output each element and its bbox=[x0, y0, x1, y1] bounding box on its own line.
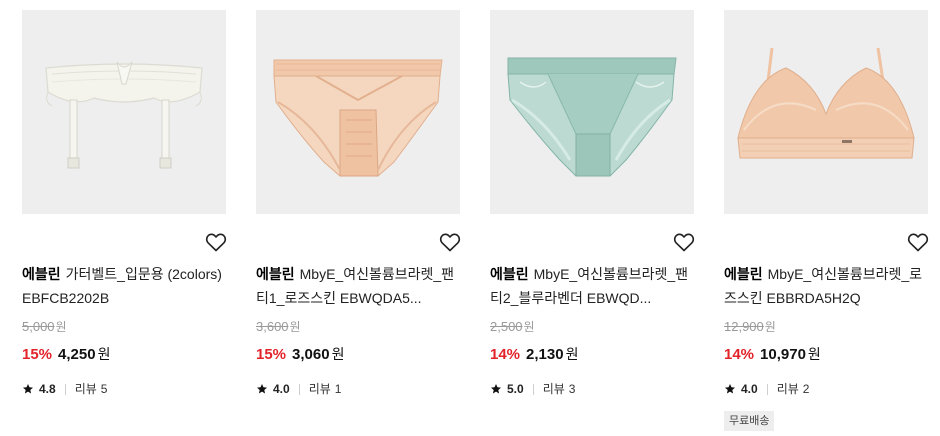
currency-label: 원 bbox=[807, 346, 821, 362]
wishlist-heart-icon[interactable] bbox=[204, 230, 228, 254]
product-thumbnail[interactable] bbox=[256, 10, 460, 214]
panty-bluelavender-image bbox=[490, 10, 694, 214]
product-title[interactable]: 에블린 MbyE_여신볼륨브라렛_로즈스킨 EBBRDA5H2Q bbox=[724, 262, 928, 310]
sale-price: 10,970 bbox=[760, 346, 806, 363]
discount-rate: 15% bbox=[256, 346, 287, 363]
product-thumbnail[interactable] bbox=[22, 10, 226, 214]
original-price-value: 2,500 bbox=[490, 319, 523, 334]
brand-name: 에블린 bbox=[256, 266, 295, 282]
review-count: 5 bbox=[100, 382, 108, 396]
divider bbox=[766, 383, 768, 395]
sale-price: 4,250 bbox=[58, 346, 96, 363]
free-shipping-badge: 무료배송 bbox=[724, 411, 775, 431]
product-thumbnail[interactable] bbox=[724, 10, 928, 214]
review-count: 2 bbox=[802, 382, 810, 396]
product-title[interactable]: 에블린 가터벨트_입문용 (2colors) EBFCB2202B bbox=[22, 262, 226, 310]
rating-value: 4.0 bbox=[741, 382, 758, 396]
rating-value: 4.8 bbox=[39, 382, 56, 396]
brand-name: 에블린 bbox=[724, 266, 763, 282]
brand-name: 에블린 bbox=[490, 266, 529, 282]
wishlist-heart-icon[interactable] bbox=[906, 230, 930, 254]
review-count: 3 bbox=[568, 382, 576, 396]
panty-roseskin-image bbox=[256, 10, 460, 214]
original-price: 5,000원 bbox=[22, 318, 67, 335]
currency-label: 원 bbox=[523, 320, 535, 334]
star-icon bbox=[23, 384, 33, 394]
original-price: 2,500원 bbox=[490, 318, 535, 335]
review-label: 리뷰 bbox=[74, 382, 97, 396]
rating-value: 4.0 bbox=[273, 382, 290, 396]
sale-price-row: 15% 3,060 원 bbox=[256, 344, 344, 365]
currency-label: 원 bbox=[97, 346, 111, 362]
product-meta: 5.0 리뷰 3 bbox=[490, 380, 575, 398]
original-price-value: 3,600 bbox=[256, 319, 289, 334]
garter-belt-image bbox=[22, 10, 226, 214]
original-price: 12,900원 bbox=[724, 318, 776, 335]
currency-label: 원 bbox=[55, 320, 67, 334]
sale-price-row: 15% 4,250 원 bbox=[22, 344, 110, 365]
original-price: 3,600원 bbox=[256, 318, 301, 335]
discount-rate: 14% bbox=[724, 346, 755, 363]
product-thumbnail[interactable] bbox=[490, 10, 694, 214]
discount-rate: 15% bbox=[22, 346, 53, 363]
sale-price-row: 14% 10,970 원 bbox=[724, 344, 821, 365]
brand-name: 에블린 bbox=[22, 266, 61, 282]
divider bbox=[298, 383, 300, 395]
review-count: 1 bbox=[334, 382, 342, 396]
review-label: 리뷰 bbox=[776, 382, 799, 396]
review-label: 리뷰 bbox=[308, 382, 331, 396]
wishlist-heart-icon[interactable] bbox=[672, 230, 696, 254]
rating-value: 5.0 bbox=[507, 382, 524, 396]
currency-label: 원 bbox=[331, 346, 345, 362]
discount-rate: 14% bbox=[490, 346, 521, 363]
bralette-roseskin-image bbox=[724, 10, 928, 214]
product-grid: 에블린 가터벨트_입문용 (2colors) EBFCB2202B 5,000원 … bbox=[0, 0, 940, 436]
sale-price: 2,130 bbox=[526, 346, 564, 363]
sale-price-row: 14% 2,130 원 bbox=[490, 344, 578, 365]
product-title[interactable]: 에블린 MbyE_여신볼륨브라렛_팬티1_로즈스킨 EBWQDA5... bbox=[256, 262, 460, 310]
star-icon bbox=[257, 384, 267, 394]
product-title[interactable]: 에블린 MbyE_여신볼륨브라렛_팬티2_블루라벤더 EBWQD... bbox=[490, 262, 694, 310]
currency-label: 원 bbox=[565, 346, 579, 362]
currency-label: 원 bbox=[764, 320, 776, 334]
divider bbox=[532, 383, 534, 395]
review-label: 리뷰 bbox=[542, 382, 565, 396]
sale-price: 3,060 bbox=[292, 346, 330, 363]
product-meta: 4.0 리뷰 1 bbox=[256, 380, 341, 398]
wishlist-heart-icon[interactable] bbox=[438, 230, 462, 254]
currency-label: 원 bbox=[289, 320, 301, 334]
original-price-value: 12,900 bbox=[724, 319, 764, 334]
star-icon bbox=[491, 384, 501, 394]
product-meta: 4.0 리뷰 2 bbox=[724, 380, 809, 398]
star-icon bbox=[725, 384, 735, 394]
divider bbox=[64, 383, 66, 395]
original-price-value: 5,000 bbox=[22, 319, 55, 334]
product-meta: 4.8 리뷰 5 bbox=[22, 380, 107, 398]
